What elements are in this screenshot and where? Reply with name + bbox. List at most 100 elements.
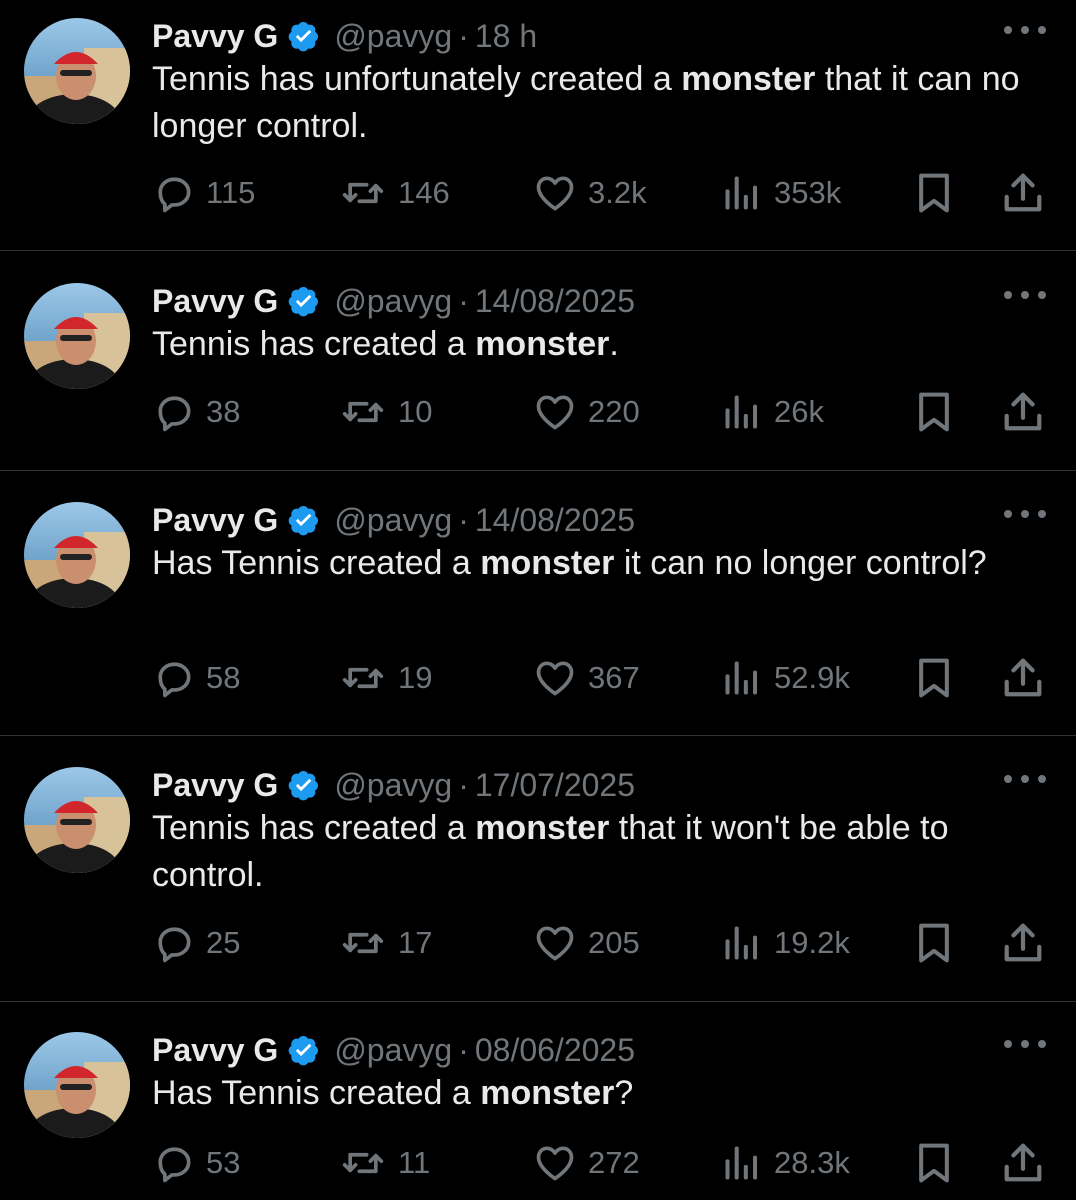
retweet-button[interactable]: 10	[338, 387, 432, 437]
tweet[interactable]: Pavvy G @pavyg · 14/08/2025 Tennis has c…	[0, 279, 1076, 459]
bookmark-icon	[919, 1143, 949, 1183]
timestamp[interactable]: 17/07/2025	[475, 767, 635, 804]
views-count: 353k	[774, 175, 842, 210]
tweet-text: Has Tennis created a monster?	[152, 1074, 634, 1112]
share-icon	[1004, 658, 1042, 697]
divider	[0, 470, 1076, 471]
share-button[interactable]	[1000, 168, 1046, 218]
bookmark-button[interactable]	[912, 387, 956, 437]
tweet-header: Pavvy G @pavyg · 17/07/2025	[152, 763, 635, 807]
tweet-actions: 115 146 3.2k 353k	[152, 168, 1052, 218]
views-count: 19.2k	[774, 925, 850, 960]
verified-badge-icon	[288, 22, 319, 52]
tweet-actions: 38 10 220 26k	[152, 387, 1052, 437]
share-button[interactable]	[1000, 1138, 1046, 1188]
retweet-count: 19	[398, 660, 433, 695]
views-button[interactable]: 52.9k	[720, 653, 850, 703]
share-button[interactable]	[1000, 387, 1046, 437]
like-button[interactable]: 205	[532, 918, 640, 968]
bookmark-button[interactable]	[912, 653, 956, 703]
views-button[interactable]: 28.3k	[720, 1138, 850, 1188]
like-button[interactable]: 220	[532, 387, 640, 437]
views-chart-icon	[725, 661, 758, 695]
author-handle[interactable]: @pavyg	[334, 283, 452, 320]
share-icon	[1004, 1143, 1042, 1182]
views-count: 26k	[774, 394, 824, 429]
bold-keyword: monster	[480, 1074, 615, 1112]
tweet-header: Pavvy G @pavyg · 08/06/2025	[152, 1028, 635, 1072]
reply-icon	[158, 177, 191, 213]
author-name[interactable]: Pavvy G	[152, 767, 278, 804]
more-options-icon[interactable]	[1004, 285, 1046, 305]
author-handle[interactable]: @pavyg	[334, 18, 452, 55]
author-name[interactable]: Pavvy G	[152, 1032, 278, 1069]
retweet-count: 11	[398, 1145, 431, 1180]
views-chart-icon	[725, 395, 758, 429]
like-button[interactable]: 367	[532, 653, 640, 703]
author-name[interactable]: Pavvy G	[152, 283, 278, 320]
separator-dot: ·	[458, 17, 469, 54]
reply-count: 53	[206, 1145, 241, 1180]
tweet-actions: 53 11 272 28.3k	[152, 1138, 1052, 1188]
author-handle[interactable]: @pavyg	[334, 1032, 452, 1069]
separator-dot: ·	[458, 1031, 469, 1068]
heart-icon	[536, 176, 574, 211]
bookmark-button[interactable]	[912, 918, 956, 968]
retweet-button[interactable]: 11	[338, 1138, 430, 1188]
separator-dot: ·	[458, 501, 469, 538]
avatar[interactable]	[24, 1032, 130, 1138]
retweet-button[interactable]: 17	[338, 918, 432, 968]
timestamp[interactable]: 08/06/2025	[475, 1032, 635, 1069]
tweet[interactable]: Pavvy G @pavyg · 17/07/2025 Tennis has c…	[0, 763, 1076, 993]
bold-keyword: monster	[475, 809, 610, 847]
share-button[interactable]	[1000, 918, 1046, 968]
bold-keyword: monster	[475, 325, 610, 363]
divider	[0, 735, 1076, 736]
like-button[interactable]: 272	[532, 1138, 640, 1188]
timestamp[interactable]: 14/08/2025	[475, 502, 635, 539]
reply-button[interactable]: 115	[152, 168, 255, 218]
avatar[interactable]	[24, 283, 130, 389]
reply-button[interactable]: 25	[152, 918, 240, 968]
avatar[interactable]	[24, 767, 130, 873]
share-button[interactable]	[1000, 653, 1046, 703]
retweet-icon	[342, 182, 384, 204]
reply-count: 58	[206, 660, 241, 695]
tweet[interactable]: Pavvy G @pavyg · 08/06/2025 Has Tennis c…	[0, 1028, 1076, 1200]
views-button[interactable]: 26k	[720, 387, 824, 437]
reply-button[interactable]: 53	[152, 1138, 240, 1188]
author-name[interactable]: Pavvy G	[152, 18, 278, 55]
author-handle[interactable]: @pavyg	[334, 502, 452, 539]
tweet-actions: 25 17 205 19.2k	[152, 918, 1052, 968]
tweet[interactable]: Pavvy G @pavyg · 18 h Tennis has unfortu…	[0, 14, 1076, 244]
tweet[interactable]: Pavvy G @pavyg · 14/08/2025 Has Tennis c…	[0, 498, 1076, 728]
views-button[interactable]: 353k	[720, 168, 841, 218]
divider	[0, 250, 1076, 251]
bold-keyword: monster	[681, 60, 816, 98]
bookmark-button[interactable]	[912, 168, 956, 218]
reply-button[interactable]: 38	[152, 387, 240, 437]
like-count: 205	[588, 925, 640, 960]
retweet-button[interactable]: 146	[338, 168, 450, 218]
more-options-icon[interactable]	[1004, 20, 1046, 40]
views-button[interactable]: 19.2k	[720, 918, 850, 968]
retweet-icon	[342, 1152, 384, 1174]
bookmark-icon	[919, 658, 949, 698]
reply-count: 38	[206, 394, 241, 429]
like-count: 3.2k	[588, 175, 647, 210]
bookmark-button[interactable]	[912, 1138, 956, 1188]
timestamp[interactable]: 14/08/2025	[475, 283, 635, 320]
retweet-button[interactable]: 19	[338, 653, 432, 703]
more-options-icon[interactable]	[1004, 1034, 1046, 1054]
more-options-icon[interactable]	[1004, 504, 1046, 524]
like-button[interactable]: 3.2k	[532, 168, 647, 218]
heart-icon	[536, 661, 574, 696]
more-options-icon[interactable]	[1004, 769, 1046, 789]
author-name[interactable]: Pavvy G	[152, 502, 278, 539]
avatar[interactable]	[24, 18, 130, 124]
tweet-header: Pavvy G @pavyg · 14/08/2025	[152, 498, 635, 542]
author-handle[interactable]: @pavyg	[334, 767, 452, 804]
timestamp[interactable]: 18 h	[475, 18, 537, 55]
avatar[interactable]	[24, 502, 130, 608]
reply-button[interactable]: 58	[152, 653, 240, 703]
